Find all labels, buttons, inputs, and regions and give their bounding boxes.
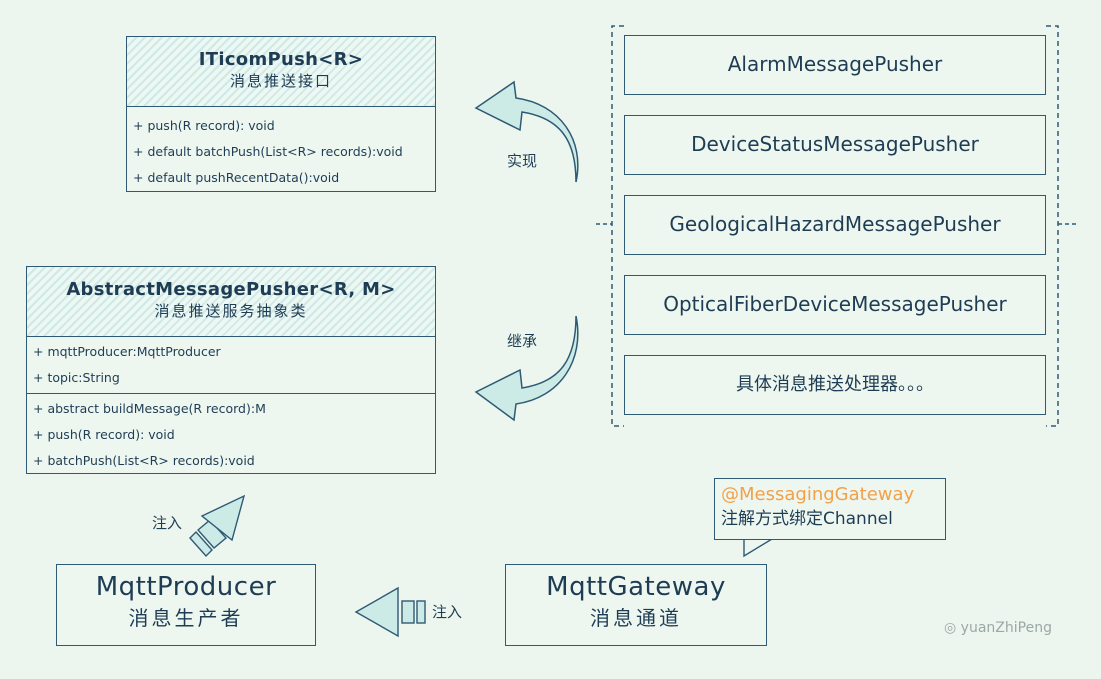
- inject-arrow-top: [189, 494, 246, 558]
- interface-methods: + push(R record): void + default batchPu…: [127, 107, 435, 191]
- interface-class-box: ITicomPush<R> 消息推送接口 + push(R record): v…: [126, 36, 436, 192]
- abstract-field: + topic:String: [33, 370, 120, 385]
- inject-arrow-bottom: [354, 586, 426, 638]
- abstract-header: AbstractMessagePusher<R, M> 消息推送服务抽象类: [27, 267, 435, 337]
- impl-geological-hazard-message-pusher: GeologicalHazardMessagePusher: [624, 195, 1046, 255]
- abstract-methods: + abstract buildMessage(R record):M + pu…: [27, 394, 435, 474]
- impl-alarm-message-pusher: AlarmMessagePusher: [624, 35, 1046, 95]
- abstract-name: AbstractMessagePusher<R, M>: [66, 279, 396, 300]
- mqtt-producer-subtitle: 消息生产者: [128, 606, 244, 630]
- mqtt-gateway-box: MqttGateway 消息通道: [505, 564, 767, 646]
- callout-text: 注解方式绑定Channel: [721, 509, 893, 529]
- mqtt-producer-name: MqttProducer: [95, 572, 277, 602]
- watermark: ◎ yuanZhiPeng: [944, 620, 1052, 636]
- mqtt-producer-box: MqttProducer 消息生产者: [56, 564, 316, 646]
- impl-other-message-pusher: 具体消息推送处理器。。。: [624, 355, 1046, 415]
- interface-name: ITicomPush<R>: [198, 49, 364, 70]
- impl-optical-fiber-device-message-pusher: OpticalFiberDeviceMessagePusher: [624, 275, 1046, 335]
- abstract-method: + batchPush(List<R> records):void: [33, 453, 255, 468]
- callout-annotation: @MessagingGateway: [721, 484, 915, 505]
- watermark-icon: ◎: [944, 620, 961, 636]
- mqtt-gateway-name: MqttGateway: [546, 572, 726, 602]
- gateway-callout: @MessagingGateway 注解方式绑定Channel: [714, 478, 946, 540]
- impl-device-status-message-pusher: DeviceStatusMessagePusher: [624, 115, 1046, 175]
- interface-method: + default pushRecentData():void: [133, 170, 340, 185]
- interface-subtitle: 消息推送接口: [229, 72, 332, 90]
- interface-header: ITicomPush<R> 消息推送接口: [127, 37, 435, 107]
- mqtt-gateway-subtitle: 消息通道: [590, 606, 682, 630]
- abstract-method: + push(R record): void: [33, 427, 175, 442]
- abstract-fields: + mqttProducer:MqttProducer + topic:Stri…: [27, 337, 435, 394]
- inject-label-bottom: 注入: [432, 603, 463, 621]
- abstract-class-box: AbstractMessagePusher<R, M> 消息推送服务抽象类 + …: [26, 266, 436, 474]
- inject-label-top: 注入: [152, 514, 183, 532]
- extends-label: 继承: [507, 332, 538, 350]
- interface-method: + default batchPush(List<R> records):voi…: [133, 144, 403, 159]
- interface-method: + push(R record): void: [133, 118, 275, 133]
- abstract-subtitle: 消息推送服务抽象类: [154, 302, 308, 320]
- implements-label: 实现: [507, 152, 538, 170]
- abstract-method: + abstract buildMessage(R record):M: [33, 401, 266, 416]
- watermark-text: yuanZhiPeng: [960, 620, 1052, 636]
- callout-pointer: [743, 538, 773, 558]
- abstract-field: + mqttProducer:MqttProducer: [33, 344, 221, 359]
